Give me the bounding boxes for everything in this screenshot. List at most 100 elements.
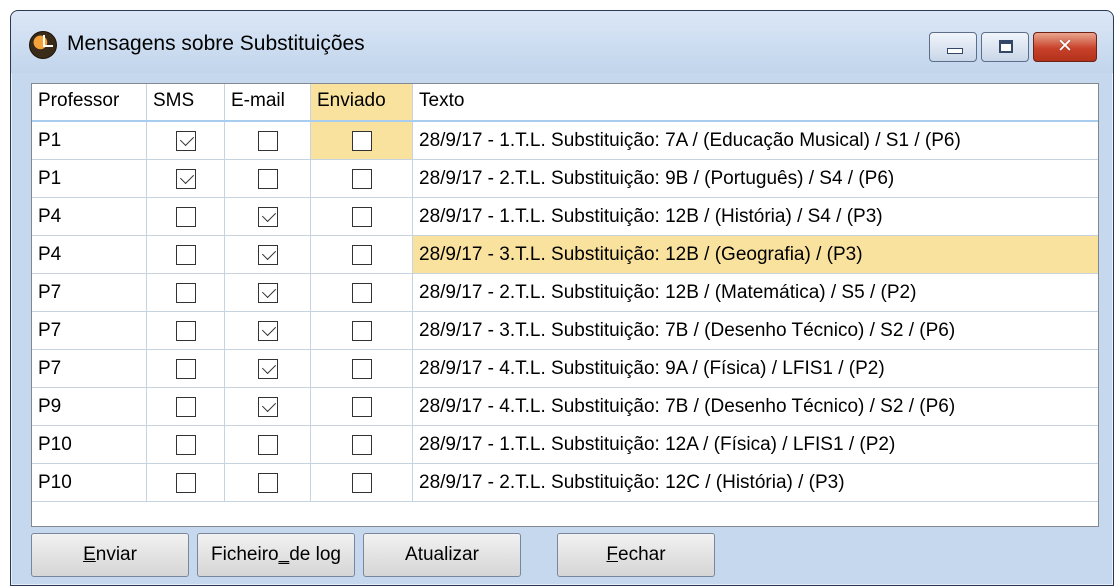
sms-checkbox[interactable] [176, 283, 196, 303]
email-cell[interactable] [225, 160, 311, 198]
email-cell[interactable] [225, 312, 311, 350]
sms-checkbox[interactable] [176, 397, 196, 417]
sms-cell[interactable] [147, 198, 225, 236]
table-row[interactable]: P10 28/9/17 - 2.T.L. Substituição: 12C / … [32, 464, 1098, 502]
close-dialog-button[interactable]: Fechar [557, 533, 715, 577]
sms-checkbox[interactable] [176, 131, 196, 151]
email-checkbox[interactable] [258, 245, 278, 265]
sent-checkbox[interactable] [352, 283, 372, 303]
message-text-cell[interactable]: 28/9/17 - 1.T.L. Substituição: 12B / (Hi… [413, 198, 1098, 236]
professor-cell[interactable]: P4 [32, 236, 147, 274]
email-cell[interactable] [225, 426, 311, 464]
sms-cell[interactable] [147, 464, 225, 502]
professor-cell[interactable]: P1 [32, 122, 147, 160]
table-row[interactable]: P4 28/9/17 - 3.T.L. Substituição: 12B / (… [32, 236, 1098, 274]
sent-checkbox[interactable] [352, 207, 372, 227]
sent-checkbox[interactable] [352, 473, 372, 493]
sms-cell[interactable] [147, 426, 225, 464]
email-cell[interactable] [225, 198, 311, 236]
enviado-cell[interactable] [311, 198, 413, 236]
email-checkbox[interactable] [258, 359, 278, 379]
sent-checkbox[interactable] [352, 359, 372, 379]
enviado-cell[interactable] [311, 274, 413, 312]
message-text-cell[interactable]: 28/9/17 - 4.T.L. Substituição: 7B / (Des… [413, 388, 1098, 426]
send-button[interactable]: Enviar [31, 533, 189, 577]
table-row[interactable]: P1 28/9/17 - 1.T.L. Substituição: 7A / (E… [32, 122, 1098, 160]
email-checkbox[interactable] [258, 207, 278, 227]
sent-checkbox[interactable] [352, 169, 372, 189]
sms-checkbox[interactable] [176, 473, 196, 493]
table-row[interactable]: P9 28/9/17 - 4.T.L. Substituição: 7B / (D… [32, 388, 1098, 426]
enviado-cell[interactable] [311, 388, 413, 426]
message-text-cell[interactable]: 28/9/17 - 2.T.L. Substituição: 12B / (Ma… [413, 274, 1098, 312]
professor-cell[interactable]: P7 [32, 350, 147, 388]
close-button[interactable]: ✕ [1033, 32, 1097, 62]
table-row[interactable]: P7 28/9/17 - 4.T.L. Substituição: 9A / (F… [32, 350, 1098, 388]
messages-table[interactable]: Professor SMS E-mail Enviado Texto P1 28/… [31, 83, 1099, 527]
column-header-sms[interactable]: SMS [147, 84, 225, 120]
column-header-email[interactable]: E-mail [225, 84, 311, 120]
sms-cell[interactable] [147, 160, 225, 198]
maximize-button[interactable] [981, 32, 1029, 62]
refresh-button[interactable]: Atualizar [363, 533, 521, 577]
log-file-button[interactable]: Ficheiro_de log [197, 533, 355, 577]
sent-checkbox[interactable] [352, 397, 372, 417]
enviado-cell[interactable] [311, 464, 413, 502]
sms-cell[interactable] [147, 312, 225, 350]
minimize-button[interactable] [929, 32, 977, 62]
email-checkbox[interactable] [258, 169, 278, 189]
professor-cell[interactable]: P10 [32, 426, 147, 464]
message-text-cell[interactable]: 28/9/17 - 1.T.L. Substituição: 12A / (Fí… [413, 426, 1098, 464]
email-checkbox[interactable] [258, 397, 278, 417]
message-text-cell[interactable]: 28/9/17 - 3.T.L. Substituição: 12B / (Ge… [413, 236, 1098, 274]
table-row[interactable]: P7 28/9/17 - 3.T.L. Substituição: 7B / (D… [32, 312, 1098, 350]
professor-cell[interactable]: P10 [32, 464, 147, 502]
sms-checkbox[interactable] [176, 435, 196, 455]
email-checkbox[interactable] [258, 131, 278, 151]
enviado-cell[interactable] [311, 312, 413, 350]
sms-cell[interactable] [147, 350, 225, 388]
email-cell[interactable] [225, 464, 311, 502]
sms-cell[interactable] [147, 388, 225, 426]
professor-cell[interactable]: P4 [32, 198, 147, 236]
professor-cell[interactable]: P9 [32, 388, 147, 426]
professor-cell[interactable]: P7 [32, 312, 147, 350]
sms-checkbox[interactable] [176, 321, 196, 341]
sent-checkbox[interactable] [352, 321, 372, 341]
sent-checkbox[interactable] [352, 131, 372, 151]
enviado-cell[interactable] [311, 426, 413, 464]
enviado-cell[interactable] [311, 350, 413, 388]
column-header-professor[interactable]: Professor [32, 84, 147, 120]
sms-cell[interactable] [147, 236, 225, 274]
email-cell[interactable] [225, 388, 311, 426]
sms-checkbox[interactable] [176, 359, 196, 379]
email-checkbox[interactable] [258, 473, 278, 493]
sent-checkbox[interactable] [352, 435, 372, 455]
email-cell[interactable] [225, 350, 311, 388]
enviado-cell[interactable] [311, 122, 413, 160]
sms-cell[interactable] [147, 274, 225, 312]
message-text-cell[interactable]: 28/9/17 - 2.T.L. Substituição: 12C / (Hi… [413, 464, 1098, 502]
enviado-cell[interactable] [311, 160, 413, 198]
table-row[interactable]: P7 28/9/17 - 2.T.L. Substituição: 12B / (… [32, 274, 1098, 312]
sms-checkbox[interactable] [176, 169, 196, 189]
email-checkbox[interactable] [258, 283, 278, 303]
professor-cell[interactable]: P7 [32, 274, 147, 312]
message-text-cell[interactable]: 28/9/17 - 1.T.L. Substituição: 7A / (Edu… [413, 122, 1098, 160]
email-cell[interactable] [225, 122, 311, 160]
message-text-cell[interactable]: 28/9/17 - 4.T.L. Substituição: 9A / (Fís… [413, 350, 1098, 388]
professor-cell[interactable]: P1 [32, 160, 147, 198]
table-row[interactable]: P1 28/9/17 - 2.T.L. Substituição: 9B / (P… [32, 160, 1098, 198]
sent-checkbox[interactable] [352, 245, 372, 265]
message-text-cell[interactable]: 28/9/17 - 3.T.L. Substituição: 7B / (Des… [413, 312, 1098, 350]
email-cell[interactable] [225, 274, 311, 312]
email-cell[interactable] [225, 236, 311, 274]
message-text-cell[interactable]: 28/9/17 - 2.T.L. Substituição: 9B / (Por… [413, 160, 1098, 198]
column-header-texto[interactable]: Texto [413, 84, 1098, 120]
table-row[interactable]: P4 28/9/17 - 1.T.L. Substituição: 12B / (… [32, 198, 1098, 236]
column-header-enviado[interactable]: Enviado [311, 84, 413, 120]
enviado-cell[interactable] [311, 236, 413, 274]
table-row[interactable]: P10 28/9/17 - 1.T.L. Substituição: 12A / … [32, 426, 1098, 464]
email-checkbox[interactable] [258, 321, 278, 341]
sms-checkbox[interactable] [176, 245, 196, 265]
